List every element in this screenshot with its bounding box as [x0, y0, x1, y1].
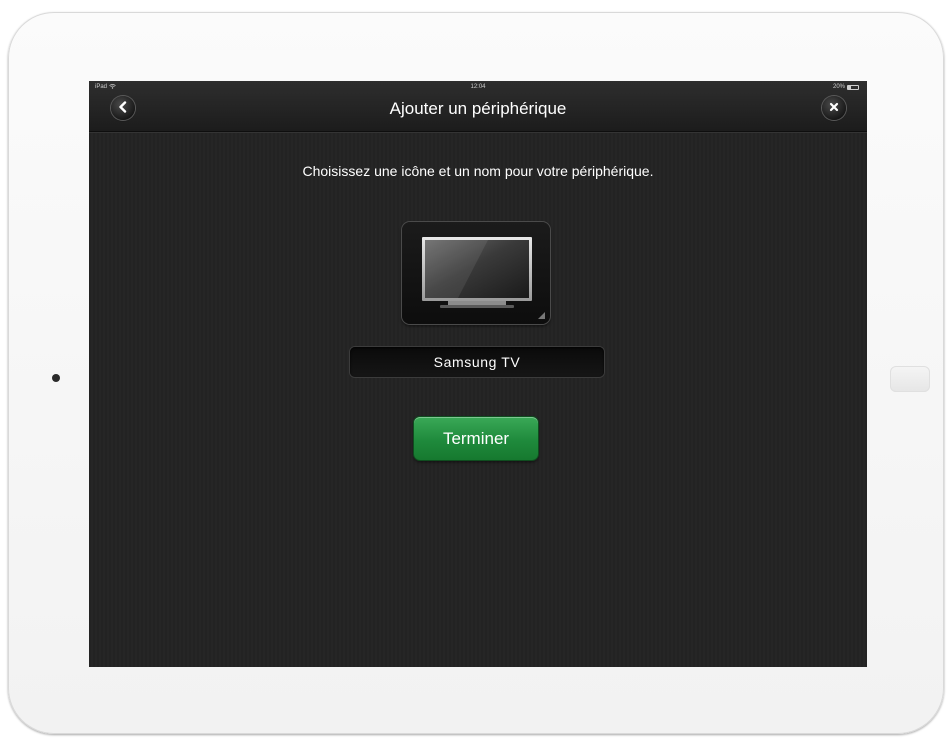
battery-percent: 20%	[832, 84, 845, 90]
navigation-bar: iPad 12:04 20% Ajouter un périphérique	[89, 81, 867, 132]
page-title: Ajouter un périphérique	[389, 99, 567, 118]
home-button[interactable]	[890, 366, 930, 392]
close-button[interactable]	[822, 96, 846, 120]
status-time: 12:04	[470, 84, 486, 90]
edit-corner-indicator	[538, 312, 545, 319]
instruction-text: Choisissez une icône et un nom pour votr…	[302, 163, 654, 179]
app-screen: iPad 12:04 20% Ajouter un périphérique C…	[89, 81, 867, 667]
close-icon	[829, 102, 839, 114]
done-button[interactable]: Terminer	[414, 417, 538, 460]
battery-icon	[847, 84, 859, 90]
status-battery: 20%	[833, 84, 859, 90]
front-camera	[52, 374, 60, 382]
tv-icon	[418, 235, 536, 311]
device-name-field[interactable]	[350, 347, 604, 377]
device-icon-picker[interactable]	[402, 222, 550, 324]
